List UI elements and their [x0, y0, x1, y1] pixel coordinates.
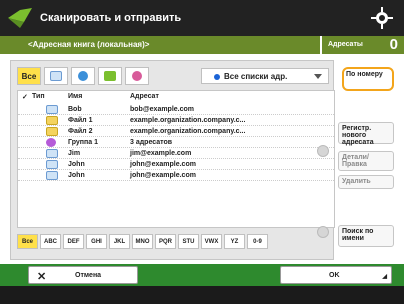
i-fax-icon: [104, 71, 116, 81]
group-icon: [46, 138, 56, 147]
email-icon: [46, 171, 58, 180]
scroll-down-button[interactable]: [317, 226, 329, 238]
list-rows: Bob bob@example.com Файл 1 example.organ…: [18, 104, 334, 181]
address-book-bar: <Адресная книга (локальная)>: [0, 36, 320, 54]
filter-all-label: Все: [21, 71, 37, 81]
filter-email-button[interactable]: [44, 67, 68, 85]
resize-corner-icon: ◢: [382, 274, 387, 280]
globe-icon: [78, 71, 88, 81]
delete-button[interactable]: Удалить: [338, 175, 394, 189]
alphabet-index: Все ABC DEF GHI JKL MNO PQR STU VWX YZ 0…: [17, 234, 268, 249]
dot-icon: [214, 74, 220, 80]
row-address: jim@example.com: [130, 149, 192, 157]
file-icon: [46, 127, 58, 136]
row-name: Файл 2: [68, 127, 93, 135]
header-name[interactable]: Имя: [68, 93, 82, 100]
alpha-pqr-button[interactable]: PQR: [155, 234, 176, 249]
list-item[interactable]: John john@example.com: [18, 170, 334, 181]
count-value: 0: [389, 36, 398, 53]
alpha-stu-button[interactable]: STU: [178, 234, 199, 249]
row-name: Файл 1: [68, 116, 93, 124]
cancel-button[interactable]: ✕ Отмена: [28, 266, 138, 284]
list-item[interactable]: Файл 2 example.organization.company.c...: [18, 126, 334, 137]
alpha-vwx-button[interactable]: VWX: [201, 234, 222, 249]
alpha-all-button[interactable]: Все: [17, 234, 38, 249]
list-item[interactable]: John john@example.com: [18, 159, 334, 170]
row-name: Группа 1: [68, 138, 98, 146]
group-icon: [132, 71, 142, 81]
address-book-panel: Все Все списки адр. ✓ Тип Имя Адресат Bo…: [10, 60, 335, 260]
sort-check-icon[interactable]: ✓: [22, 93, 28, 101]
list-header: ✓ Тип Имя Адресат: [18, 91, 334, 103]
by-number-button[interactable]: По номеру: [342, 67, 394, 91]
recipients-count: Адресаты 0: [322, 36, 404, 54]
row-address: bob@example.com: [130, 105, 195, 113]
chevron-down-icon: [314, 74, 322, 79]
address-list: ✓ Тип Имя Адресат Bob bob@example.com Фа…: [17, 90, 335, 238]
email-icon: [50, 71, 62, 81]
list-item[interactable]: Файл 1 example.organization.company.c...: [18, 115, 334, 126]
alpha-yz-button[interactable]: YZ: [224, 234, 245, 249]
search-by-name-label: Поиск по имени: [342, 228, 374, 242]
address-list-dropdown[interactable]: Все списки адр.: [201, 68, 329, 84]
scroll-up-button[interactable]: [317, 145, 329, 157]
row-address: example.organization.company.c...: [130, 116, 246, 124]
filter-all-button[interactable]: Все: [17, 67, 41, 85]
row-address: john@example.com: [130, 171, 196, 179]
row-name: John: [68, 160, 85, 168]
filter-globe-button[interactable]: [71, 67, 95, 85]
address-book-label: <Адресная книга (локальная)>: [28, 40, 150, 49]
details-edit-button[interactable]: Детали/Правка: [338, 151, 394, 171]
filter-fax-button[interactable]: [98, 67, 122, 85]
status-bar: [0, 286, 404, 304]
close-icon: ✕: [37, 271, 47, 283]
list-item[interactable]: Группа 1 3 адресатов: [18, 137, 334, 148]
file-icon: [46, 116, 58, 125]
register-new-label: Регистр. нового адресата: [342, 125, 374, 146]
row-address: john@example.com: [130, 160, 196, 168]
list-item[interactable]: Bob bob@example.com: [18, 104, 334, 115]
alpha-mno-button[interactable]: MNO: [132, 234, 153, 249]
row-address: 3 адресатов: [130, 138, 173, 146]
list-item[interactable]: Jim jim@example.com: [18, 148, 334, 159]
filter-group-button[interactable]: [125, 67, 149, 85]
details-edit-label: Детали/Правка: [342, 154, 369, 168]
alpha-abc-button[interactable]: ABC: [40, 234, 61, 249]
ok-button[interactable]: OK ◢: [280, 266, 392, 284]
email-icon: [46, 160, 58, 169]
ok-label: OK: [329, 272, 340, 279]
count-label: Адресаты: [328, 41, 363, 48]
window-title: Сканировать и отправить: [40, 12, 182, 24]
alpha-jkl-button[interactable]: JKL: [109, 234, 130, 249]
alpha-09-button[interactable]: 0-9: [247, 234, 268, 249]
alpha-ghi-button[interactable]: GHI: [86, 234, 107, 249]
email-icon: [46, 149, 58, 158]
delete-label: Удалить: [342, 178, 371, 185]
row-name: Bob: [68, 105, 82, 113]
by-number-label: По номеру: [346, 71, 383, 78]
dropdown-label: Все списки адр.: [224, 72, 288, 81]
header-address[interactable]: Адресат: [130, 93, 159, 100]
row-name: John: [68, 171, 85, 179]
filter-buttons: Все: [17, 67, 149, 85]
gear-icon[interactable]: [370, 6, 394, 30]
search-by-name-button[interactable]: Поиск по имени: [338, 225, 394, 247]
row-address: example.organization.company.c...: [130, 127, 246, 135]
email-icon: [46, 105, 58, 114]
scan-send-icon: [8, 8, 32, 28]
register-new-button[interactable]: Регистр. нового адресата: [338, 122, 394, 146]
top-bar: Сканировать и отправить: [0, 0, 404, 36]
row-name: Jim: [68, 149, 81, 157]
alpha-def-button[interactable]: DEF: [63, 234, 84, 249]
cancel-label: Отмена: [75, 272, 102, 279]
header-type[interactable]: Тип: [32, 93, 45, 100]
